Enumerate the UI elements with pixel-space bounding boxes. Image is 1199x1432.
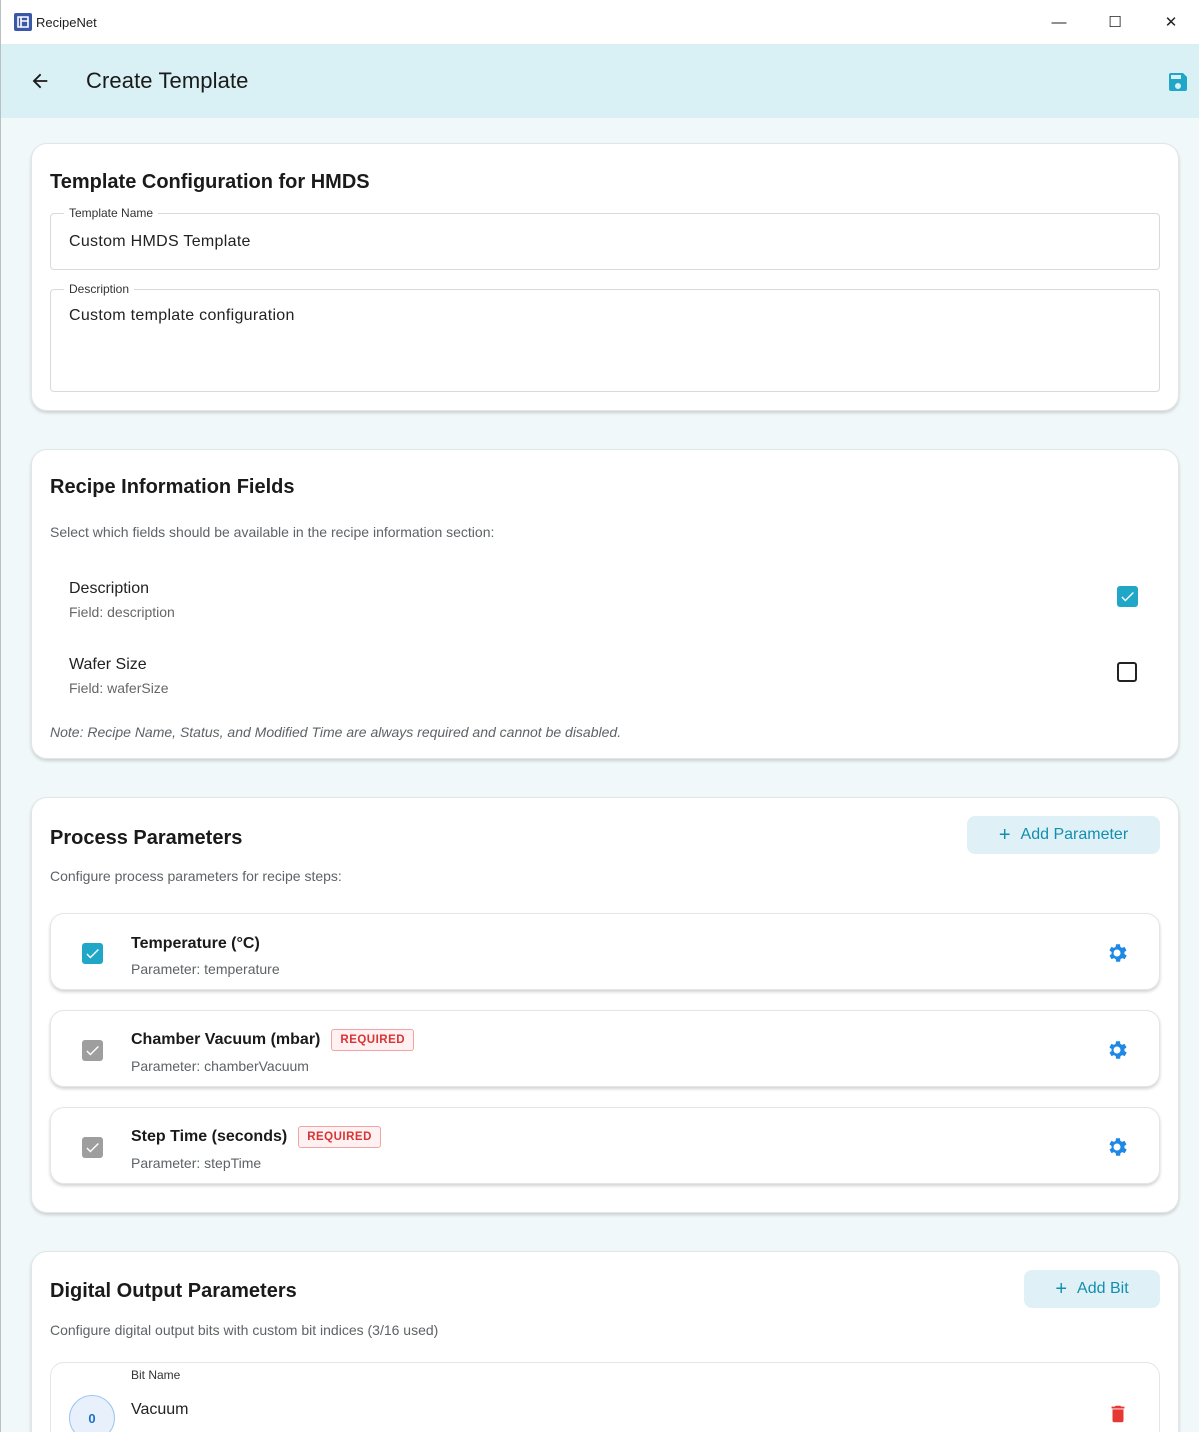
- add-parameter-button[interactable]: + Add Parameter: [967, 816, 1160, 854]
- required-badge: REQUIRED: [331, 1029, 415, 1051]
- arrow-left-icon: [32, 73, 48, 89]
- card-subtitle: Select which fields should be available …: [50, 524, 495, 540]
- page-title: Create Template: [86, 68, 249, 93]
- app-title: RecipeNet: [36, 14, 97, 30]
- description-checkbox[interactable]: [1117, 586, 1138, 607]
- close-button[interactable]: ✕: [1143, 0, 1199, 44]
- plus-icon: +: [1055, 1278, 1068, 1300]
- gear-icon[interactable]: [1105, 1135, 1129, 1159]
- back-button[interactable]: [25, 66, 55, 96]
- card-subtitle: Configure process parameters for recipe …: [50, 868, 342, 884]
- check-icon: [86, 948, 99, 959]
- parameter-card-chamber-vacuum: Chamber Vacuum (mbar) REQUIRED Parameter…: [50, 1010, 1160, 1087]
- parameter-name-text: Step Time (seconds): [131, 1128, 288, 1145]
- parameter-key: Parameter: temperature: [131, 961, 280, 977]
- info-note: Note: Recipe Name, Status, and Modified …: [50, 724, 622, 740]
- field-value: Custom HMDS Template: [69, 233, 251, 250]
- check-icon: [1121, 591, 1134, 602]
- template-config-card: Template Configuration for HMDS Template…: [31, 143, 1179, 411]
- digital-output-card: Digital Output Parameters + Add Bit Conf…: [31, 1251, 1179, 1432]
- minimize-button[interactable]: —: [1031, 0, 1087, 44]
- bit-index-badge: 0: [69, 1395, 115, 1432]
- description-field[interactable]: Description Custom template configuratio…: [50, 282, 1160, 392]
- bit-name-label: Bit Name: [131, 1368, 181, 1382]
- window-titlebar: RecipeNet — ☐ ✕: [1, 0, 1199, 44]
- parameter-name: Chamber Vacuum (mbar) REQUIRED: [131, 1029, 415, 1051]
- parameter-name: Step Time (seconds) REQUIRED: [131, 1126, 381, 1148]
- parameter-card-temperature: Temperature (°C) Parameter: temperature: [50, 913, 1160, 990]
- recipe-info-card: Recipe Information Fields Select which f…: [31, 449, 1179, 759]
- info-field-name: Wafer Size: [69, 656, 147, 673]
- app-logo-icon: [14, 13, 32, 31]
- maximize-button[interactable]: ☐: [1087, 0, 1143, 44]
- info-field-row: Description Field: description: [69, 580, 1138, 640]
- trash-icon[interactable]: [1107, 1402, 1129, 1426]
- template-name-field[interactable]: Template Name Custom HMDS Template: [50, 206, 1160, 270]
- info-field-name: Description: [69, 580, 150, 597]
- parameter-key: Parameter: stepTime: [131, 1155, 262, 1171]
- gear-icon[interactable]: [1105, 1038, 1129, 1062]
- field-label: Template Name: [64, 206, 159, 220]
- floppy-disk-icon: [1169, 73, 1187, 91]
- card-title: Process Parameters: [50, 827, 243, 849]
- plus-icon: +: [998, 824, 1011, 846]
- app-bar: Create Template: [1, 44, 1199, 118]
- field-value: Custom template configuration: [69, 307, 295, 324]
- process-params-card: Process Parameters + Add Parameter Confi…: [31, 797, 1179, 1213]
- info-field-row: Wafer Size Field: waferSize: [69, 656, 1138, 716]
- check-icon: [86, 1045, 99, 1056]
- parameter-checkbox: [82, 1040, 103, 1061]
- window-controls: — ☐ ✕: [1031, 0, 1199, 44]
- info-field-key: Field: description: [69, 604, 175, 620]
- parameter-checkbox: [82, 1137, 103, 1158]
- parameter-name: Temperature (°C): [131, 935, 260, 953]
- wafer-size-checkbox[interactable]: [1117, 662, 1137, 682]
- field-label: Description: [64, 282, 135, 296]
- bit-row: 0 Bit Name Vacuum: [50, 1362, 1160, 1432]
- check-icon: [86, 1142, 99, 1153]
- parameter-name-text: Temperature (°C): [131, 935, 260, 952]
- card-title: Recipe Information Fields: [50, 476, 295, 498]
- card-title: Digital Output Parameters: [50, 1280, 297, 1302]
- gear-icon[interactable]: [1105, 941, 1129, 965]
- bit-name-input[interactable]: Vacuum: [131, 1401, 189, 1419]
- app-window: RecipeNet — ☐ ✕ Create Template Template…: [0, 0, 1199, 1432]
- card-title: Template Configuration for HMDS: [50, 171, 370, 193]
- parameter-card-step-time: Step Time (seconds) REQUIRED Parameter: …: [50, 1107, 1160, 1184]
- add-bit-button[interactable]: + Add Bit: [1024, 1270, 1160, 1308]
- card-subtitle: Configure digital output bits with custo…: [50, 1322, 439, 1338]
- button-label: Add Parameter: [1020, 826, 1129, 843]
- parameter-checkbox[interactable]: [82, 943, 103, 964]
- required-badge: REQUIRED: [298, 1126, 381, 1148]
- save-button[interactable]: [1166, 70, 1190, 94]
- parameter-key: Parameter: chamberVacuum: [131, 1058, 309, 1074]
- button-label: Add Bit: [1077, 1280, 1129, 1297]
- main-content: Template Configuration for HMDS Template…: [1, 118, 1199, 1432]
- parameter-name-text: Chamber Vacuum (mbar): [131, 1031, 321, 1048]
- info-field-key: Field: waferSize: [69, 680, 169, 696]
